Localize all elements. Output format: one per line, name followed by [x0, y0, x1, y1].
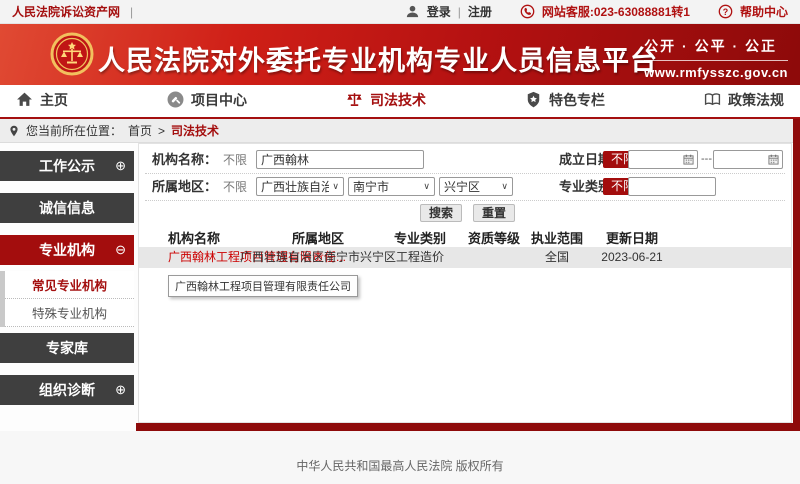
login-register-divider: | — [458, 5, 461, 19]
sidebar-item-label: 诚信信息 — [39, 198, 95, 218]
form-divider — [145, 173, 785, 174]
col-header-region: 所属地区 — [292, 231, 344, 247]
region-label: 所属地区： — [152, 178, 217, 196]
asset-site-link[interactable]: 人民法院诉讼资产网 — [12, 3, 120, 20]
nav-label: 项目中心 — [191, 90, 247, 110]
nav-item-featured[interactable]: 特色专栏 — [525, 90, 605, 110]
district-select[interactable]: 兴宁区 ∨ — [439, 177, 513, 196]
cell-scope: 全国 — [545, 247, 569, 268]
nav-item-home[interactable]: 主页 — [16, 90, 68, 110]
horizontal-scrollbar[interactable] — [136, 423, 800, 431]
page: 人民法院诉讼资产网 | 登录 | 注册 网站客服:023-63088881转1 … — [0, 0, 800, 484]
date-range-separator: --- — [701, 150, 712, 169]
province-select-value: 广西壮族自治区 — [261, 178, 329, 195]
col-header-scope: 执业范围 — [531, 231, 583, 247]
sidebar-menu: 工作公示 ⊕ 诚信信息 专业机构 ⊖ 常见专业机构 特殊专业机构 专家库 组织诊… — [0, 151, 134, 417]
chevron-down-icon: ∨ — [332, 181, 339, 192]
sidebar-item-integrity-info[interactable]: 诚信信息 — [0, 193, 134, 223]
cell-category: 工程造价 — [396, 247, 444, 268]
region-unlimited-option[interactable]: 不限 — [223, 178, 247, 196]
breadcrumb: 您当前所在位置： 首页 > 司法技术 — [0, 119, 800, 143]
org-name-unlimited-option[interactable]: 不限 — [223, 151, 247, 169]
sidebar-subitem-special-orgs[interactable]: 特殊专业机构 — [5, 299, 134, 327]
org-name-input[interactable] — [256, 150, 424, 169]
form-divider — [145, 200, 785, 201]
col-header-org-name: 机构名称 — [168, 231, 220, 247]
help-icon: ? — [718, 4, 733, 19]
sidebar-item-label: 工作公示 — [39, 156, 95, 176]
login-link[interactable]: 登录 — [427, 3, 451, 20]
org-name-label: 机构名称： — [152, 151, 217, 169]
nav-label: 主页 — [40, 90, 68, 110]
scales-icon — [346, 91, 364, 109]
founded-date-from-input[interactable] — [628, 150, 698, 169]
city-select[interactable]: 南宁市 ∨ — [348, 177, 435, 196]
phone-icon — [520, 4, 535, 19]
gavel-icon — [167, 91, 185, 109]
sidebar-item-work-publicity[interactable]: 工作公示 ⊕ — [0, 151, 134, 181]
topbar-right: 登录 | 注册 网站客服:023-63088881转1 ? 帮助中心 — [405, 3, 788, 20]
org-name-tooltip: 广西翰林工程项目管理有限责任公司 — [168, 275, 358, 297]
home-icon — [16, 91, 34, 109]
expand-icon[interactable]: ⊕ — [115, 158, 126, 174]
reset-button[interactable]: 重置 — [473, 204, 515, 222]
sidebar-item-org-diagnosis[interactable]: 组织诊断 ⊕ — [0, 375, 134, 405]
chevron-down-icon: ∨ — [501, 181, 508, 192]
search-button[interactable]: 搜索 — [420, 204, 462, 222]
nav-label: 特色专栏 — [549, 90, 605, 110]
col-header-updated: 更新日期 — [606, 231, 658, 247]
sidebar-item-professional-orgs[interactable]: 专业机构 ⊖ — [0, 235, 134, 265]
badge-star-icon — [525, 91, 543, 109]
nav-item-policies[interactable]: 政策法规 — [704, 90, 784, 110]
breadcrumb-prefix: 您当前所在位置： — [26, 122, 122, 139]
platform-title: 人民法院对外委托专业机构专业人员信息平台 — [98, 39, 658, 78]
calendar-icon — [683, 154, 694, 165]
nav-item-project-center[interactable]: 项目中心 — [167, 90, 247, 110]
sidebar-item-label: 组织诊断 — [39, 380, 95, 400]
nav-label: 司法技术 — [370, 90, 426, 110]
top-utility-bar: 人民法院诉讼资产网 | 登录 | 注册 网站客服:023-63088881转1 … — [0, 0, 800, 24]
location-pin-icon — [8, 124, 20, 138]
col-header-grade: 资质等级 — [468, 231, 520, 247]
expand-icon[interactable]: ⊕ — [115, 382, 126, 398]
svg-text:?: ? — [723, 7, 728, 17]
sidebar-item-label: 专业机构 — [39, 240, 95, 260]
chevron-down-icon: ∨ — [423, 181, 430, 192]
calendar-icon — [768, 154, 779, 165]
col-header-category: 专业类别 — [394, 231, 446, 247]
founded-date-to-input[interactable] — [713, 150, 783, 169]
breadcrumb-home-link[interactable]: 首页 — [128, 122, 152, 139]
help-center-link[interactable]: 帮助中心 — [740, 3, 788, 20]
vertical-scrollbar[interactable] — [793, 119, 800, 431]
cell-region: 广西壮族自治区南宁市兴宁区 — [240, 247, 396, 268]
site-url: www.rmfysszc.gov.cn — [644, 65, 788, 80]
nav-label: 政策法规 — [728, 90, 784, 110]
city-select-value: 南宁市 — [353, 178, 389, 195]
district-select-value: 兴宁区 — [444, 178, 480, 195]
court-emblem-icon — [50, 32, 94, 76]
sidebar-item-expert-pool[interactable]: 专家库 — [0, 333, 134, 363]
topbar-divider: | — [130, 5, 133, 19]
book-icon — [704, 91, 722, 109]
sidebar-item-label: 专家库 — [46, 338, 88, 358]
collapse-icon[interactable]: ⊖ — [115, 242, 126, 258]
province-select[interactable]: 广西壮族自治区 ∨ — [256, 177, 344, 196]
register-link[interactable]: 注册 — [468, 3, 492, 20]
service-hotline[interactable]: 网站客服:023-63088881转1 — [542, 3, 690, 20]
breadcrumb-separator: > — [158, 124, 165, 138]
topbar-left: 人民法院诉讼资产网 | — [12, 3, 133, 20]
slogan-text: 公开 · 公平 · 公正 — [644, 36, 788, 61]
footer-copyright: 中华人民共和国最高人民法院 版权所有 — [0, 457, 800, 474]
category-input[interactable] — [628, 177, 716, 196]
site-banner: 人民法院对外委托专业机构专业人员信息平台 公开 · 公平 · 公正 www.rm… — [0, 24, 800, 85]
user-icon — [405, 4, 420, 19]
banner-right: 公开 · 公平 · 公正 www.rmfysszc.gov.cn — [644, 36, 788, 80]
sidebar-submenu: 常见专业机构 特殊专业机构 — [0, 271, 134, 327]
nav-item-judicial-tech[interactable]: 司法技术 — [346, 90, 426, 110]
cell-updated: 2023-06-21 — [601, 247, 662, 268]
sidebar-subitem-common-orgs[interactable]: 常见专业机构 — [5, 271, 134, 299]
breadcrumb-current: 司法技术 — [171, 122, 219, 139]
main-nav: 主页 项目中心 司法技术 特色专栏 政策法规 — [0, 85, 800, 119]
search-results-panel: 机构名称： 不限 成立日期： 不限 --- 所属地区： 不限 广西壮族自治区 ∨… — [138, 143, 792, 423]
